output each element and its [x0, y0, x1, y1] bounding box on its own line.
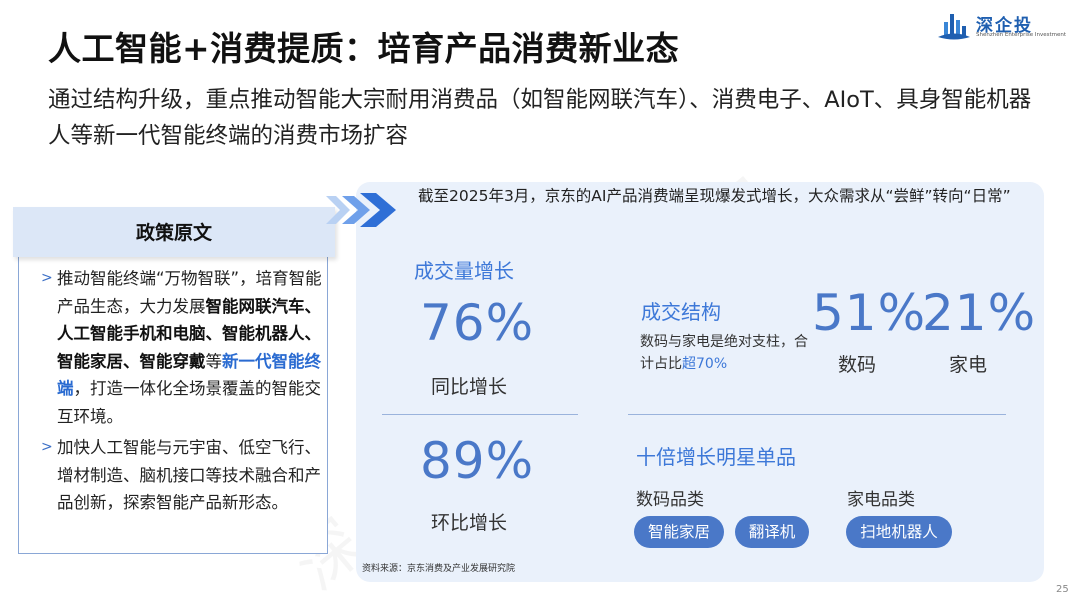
- bullet-arrow-icon: >: [41, 439, 53, 455]
- structure-note-highlight: 超70%: [682, 356, 728, 372]
- policy-text-normal: 等: [205, 351, 223, 371]
- logo-mark-icon: [938, 14, 970, 40]
- tag-translator: 翻译机: [735, 516, 809, 548]
- page-subtitle: 通过结构升级，重点推动智能大宗耐用消费品（如智能网联汽车）、消费电子、AIoT、…: [48, 87, 1032, 149]
- page-number: 25: [1056, 584, 1069, 595]
- panel-intro: 截至2025年3月，京东的AI产品消费端呈现爆发式增长，大众需求从“尝鲜”转向“…: [418, 187, 1011, 205]
- bullet-arrow-icon: >: [41, 270, 53, 286]
- yoy-value: 76%: [420, 294, 535, 352]
- yoy-label: 同比增长: [431, 376, 508, 398]
- digital-category-label: 数码品类: [636, 490, 704, 510]
- appliance-share-label: 家电: [949, 354, 988, 376]
- structure-note: 数码与家电是绝对支柱，合计占比超70%: [640, 331, 810, 375]
- source-note: 资料来源：京东消费及产业发展研究院: [362, 564, 516, 574]
- divider-right: [628, 414, 1006, 415]
- policy-heading: 政策原文: [135, 222, 212, 244]
- policy-item: > 推动智能终端“万物智联”，培育智能产品生态，大力发展智能网联汽车、人工智能手机…: [41, 265, 323, 430]
- digital-share-value: 51%: [812, 284, 927, 342]
- appliance-share-value: 21%: [922, 284, 1037, 342]
- policy-box: 政策原文 > 推动智能终端“万物智联”，培育智能产品生态，大力发展智能网联汽车、人…: [13, 207, 335, 554]
- policy-text-normal: ，打造一体化全场景覆盖的智能交互环境。: [57, 379, 321, 426]
- structure-title: 成交结构: [641, 300, 721, 324]
- divider-left: [382, 414, 578, 415]
- policy-item: > 加快人工智能与元宇宙、低空飞行、增材制造、脑机接口等技术融合和产品创新，探索智…: [41, 434, 323, 517]
- logo-english: Shenzhen Enterprise Investment: [976, 32, 1067, 38]
- mom-label: 环比增长: [431, 512, 508, 534]
- mom-value: 89%: [420, 432, 535, 490]
- digital-share-label: 数码: [838, 354, 877, 376]
- company-logo: 深企投 Shenzhen Enterprise Investment: [936, 8, 1076, 44]
- volume-title: 成交量增长: [414, 259, 514, 283]
- page-title: 人工智能+消费提质：培育产品消费新业态: [48, 29, 680, 68]
- policy-text-normal: 加快人工智能与元宇宙、低空飞行、增材制造、脑机接口等技术融合和产品创新，探索智能…: [57, 438, 321, 512]
- policy-body: > 推动智能终端“万物智联”，培育智能产品生态，大力发展智能网联汽车、人工智能手机…: [41, 265, 323, 521]
- appliance-category-label: 家电品类: [847, 490, 915, 510]
- chevron-right-icon: [326, 193, 396, 227]
- tag-robot-vacuum: 扫地机器人: [846, 516, 952, 548]
- tag-smart-home: 智能家居: [634, 516, 724, 548]
- policy-heading-bar: 政策原文: [13, 207, 335, 257]
- stars-title: 十倍增长明星单品: [636, 445, 796, 469]
